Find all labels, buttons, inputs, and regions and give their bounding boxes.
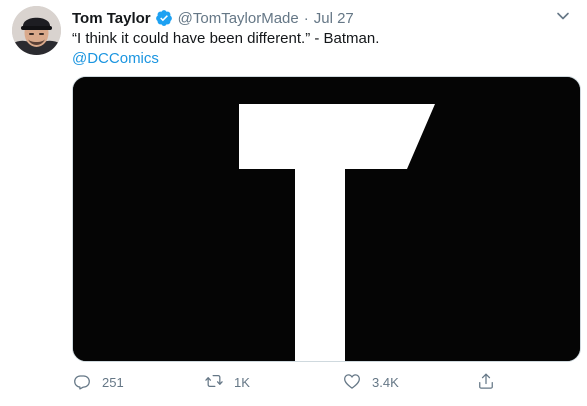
reply-icon — [72, 371, 92, 394]
verified-badge-icon — [155, 9, 173, 27]
tweet-card[interactable]: Tom Taylor @TomTaylorMade · Jul 27 “I th… — [0, 0, 587, 406]
reply-button[interactable]: 251 — [72, 370, 124, 394]
retweet-count: 1K — [234, 374, 250, 390]
mention-link[interactable]: @DCComics — [72, 49, 159, 69]
reply-count: 251 — [102, 374, 124, 390]
author-name[interactable]: Tom Taylor — [72, 10, 151, 27]
retweet-button[interactable]: 1K — [204, 370, 250, 394]
heart-icon — [342, 371, 362, 394]
share-icon — [476, 371, 496, 394]
tweet-media-image[interactable] — [72, 76, 581, 362]
tweet-actions: 251 1K 3.4K — [72, 370, 581, 394]
retweet-icon — [204, 371, 224, 394]
tweet-date[interactable]: Jul 27 — [314, 10, 354, 27]
header-separator: · — [303, 9, 309, 27]
t-logo-image — [73, 77, 580, 361]
avatar[interactable] — [12, 6, 61, 55]
like-button[interactable]: 3.4K — [342, 370, 399, 394]
chevron-down-icon[interactable] — [553, 6, 573, 26]
share-button[interactable] — [476, 370, 496, 394]
like-count: 3.4K — [372, 374, 399, 390]
tweet-header: Tom Taylor @TomTaylorMade · Jul 27 — [72, 8, 354, 28]
author-handle[interactable]: @TomTaylorMade — [178, 10, 299, 27]
tweet-text: “I think it could have been different.” … — [72, 30, 380, 47]
